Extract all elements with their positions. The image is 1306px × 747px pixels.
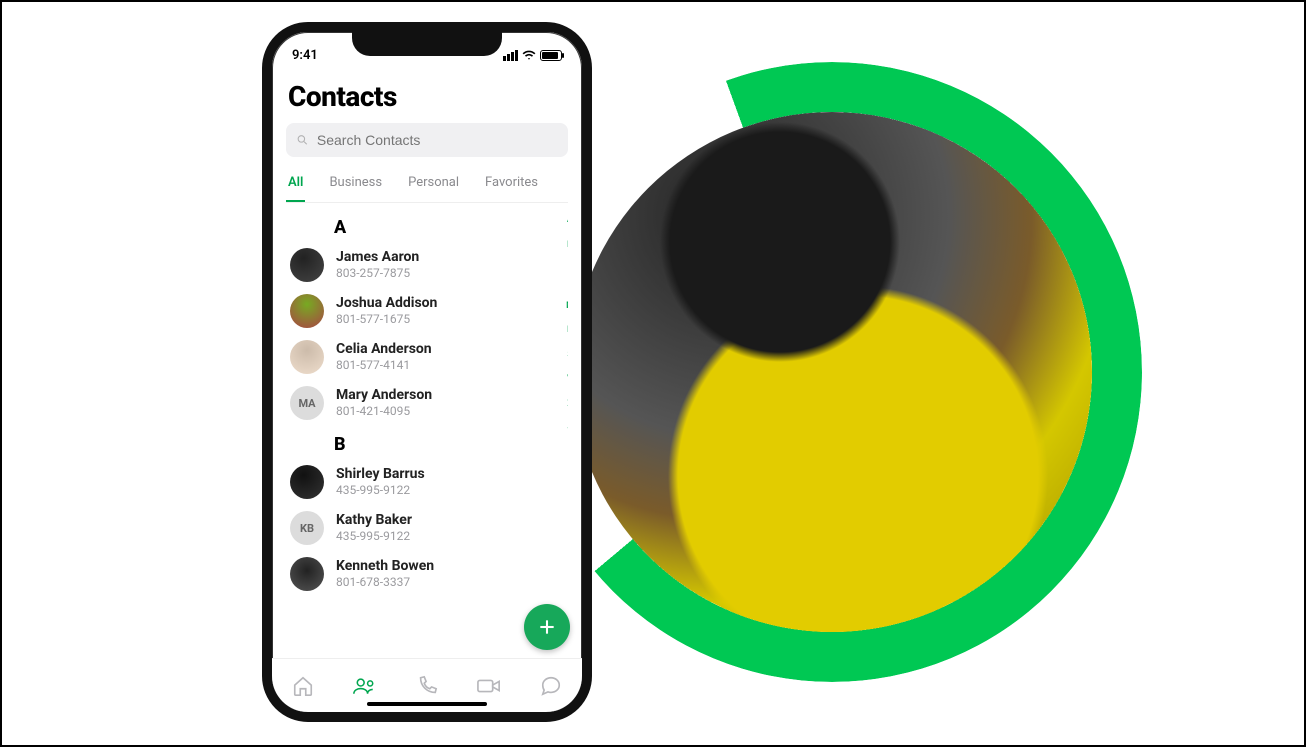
avatar [290,248,324,282]
home-icon [292,675,314,697]
home-indicator [367,702,487,706]
nav-chat[interactable] [539,674,563,698]
nav-video[interactable] [477,674,501,698]
hero-graphic [522,62,1142,682]
contact-row[interactable]: KB Kathy Baker 435-995-9122 [286,505,568,551]
contact-name: Joshua Addison [336,295,437,312]
avatar-initials: MA [290,386,324,420]
index-letter[interactable]: S [567,350,568,361]
tab-favorites[interactable]: Favorites [483,167,540,202]
avatar [290,340,324,374]
nav-calls[interactable] [415,674,439,698]
search-input[interactable] [317,132,558,148]
chat-icon [540,675,562,697]
phone-icon [416,675,438,697]
contact-name: Celia Anderson [336,341,432,358]
add-contact-button[interactable] [524,604,570,650]
index-letter[interactable]: P [567,325,568,336]
contact-phone: 801-421-4095 [336,404,432,418]
contact-phone: 801-577-4141 [336,358,432,372]
contact-name: Kathy Baker [336,512,412,529]
contact-name: Shirley Barrus [336,466,425,483]
avatar [290,465,324,499]
index-letter[interactable]: A [567,215,568,226]
phone-frame: 9:41 Contacts All Business Personal Favo… [262,22,592,722]
contact-list[interactable]: A•D•FI•M•P•S•V•Z•# A James Aaron 803-257… [286,209,568,658]
wifi-icon [522,48,536,62]
contact-row[interactable]: Joshua Addison 801-577-1675 [286,288,568,334]
contact-row[interactable]: Shirley Barrus 435-995-9122 [286,459,568,505]
signal-icon [503,50,518,61]
avatar [290,294,324,328]
search-field[interactable] [286,123,568,157]
contact-phone: 801-678-3337 [336,575,434,589]
contact-name: Mary Anderson [336,387,432,404]
contact-phone: 435-995-9122 [336,529,412,543]
section-header: B [286,426,568,459]
filter-tabs: All Business Personal Favorites [286,167,568,203]
battery-icon [540,50,562,61]
phone-notch [352,30,502,56]
index-letter[interactable]: M [566,301,568,312]
people-icon [353,675,377,697]
tab-personal[interactable]: Personal [406,167,461,202]
tab-all[interactable]: All [286,167,305,202]
contact-name: Kenneth Bowen [336,558,434,575]
contact-phone: 801-577-1675 [336,312,437,326]
tab-business[interactable]: Business [327,167,384,202]
index-letter[interactable]: D [567,240,568,251]
plus-icon [537,617,557,637]
index-letter[interactable]: # [567,423,568,434]
contact-phone: 435-995-9122 [336,483,425,497]
video-icon [477,676,501,696]
search-icon [296,133,309,147]
index-letter[interactable]: V [567,374,568,385]
contact-row[interactable]: Celia Anderson 801-577-4141 [286,334,568,380]
contact-row[interactable]: Kenneth Bowen 801-678-3337 [286,551,568,597]
avatar-initials: KB [290,511,324,545]
contact-name: James Aaron [336,249,419,266]
status-time: 9:41 [292,48,318,63]
contact-row[interactable]: James Aaron 803-257-7875 [286,242,568,288]
avatar [290,557,324,591]
hero-photo [572,112,1092,632]
contact-phone: 803-257-7875 [336,266,419,280]
status-icons [503,48,562,62]
alpha-index[interactable]: A•D•FI•M•P•S•V•Z•# [566,215,568,435]
contact-row[interactable]: MA Mary Anderson 801-421-4095 [286,380,568,426]
nav-home[interactable] [291,674,315,698]
index-letter[interactable]: Z [567,399,568,410]
nav-contacts[interactable] [353,674,377,698]
page-title: Contacts [288,80,566,113]
section-header: A [286,209,568,242]
